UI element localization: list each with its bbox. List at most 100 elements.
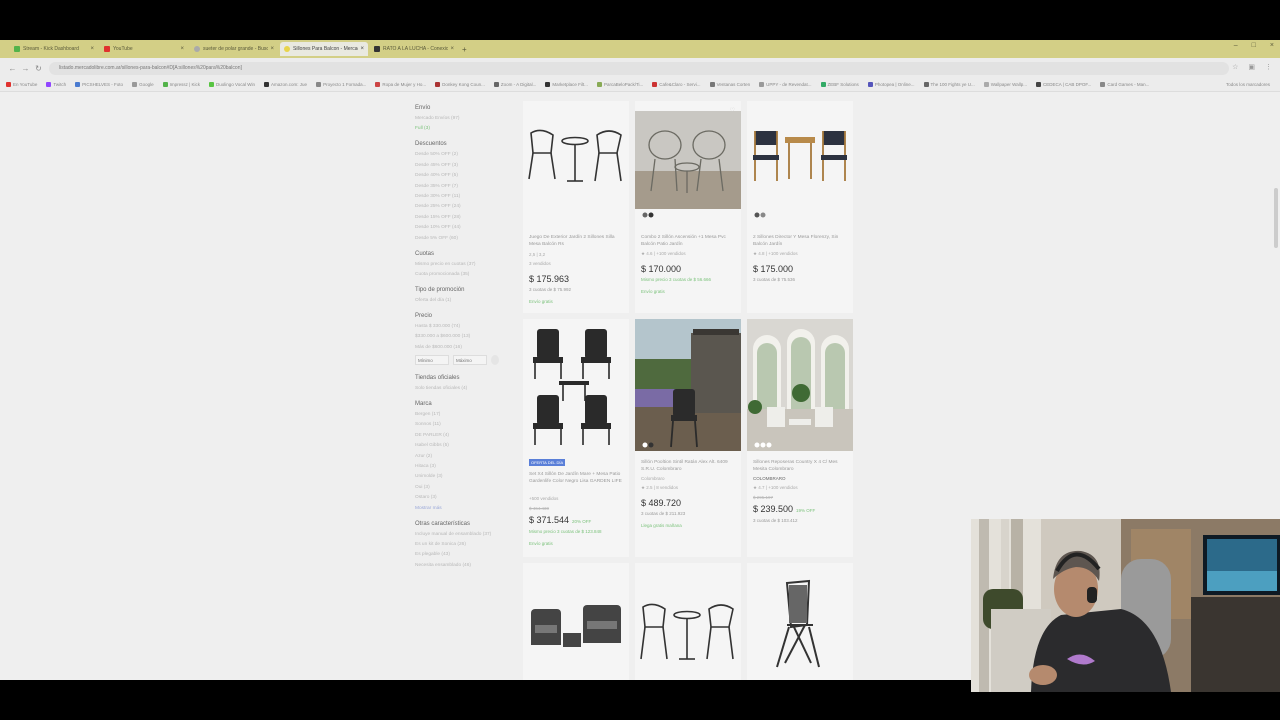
filter-option[interactable]: Azur (2) — [415, 454, 515, 459]
filter-option[interactable]: Desde 15% OFF (28) — [415, 215, 515, 220]
bookmark-item[interactable]: Duolingo Vocal Win — [209, 82, 255, 87]
product-card[interactable]: 2 Sillones Director Y Mesa Florenzy, Sin… — [747, 101, 853, 313]
bookmark-item[interactable]: ZEBF Solutions — [820, 82, 859, 87]
extensions-icon[interactable]: ▣ — [1248, 63, 1255, 71]
filter-option[interactable]: $330.000 a $600.000 (13) — [415, 334, 515, 339]
filter-option[interactable]: Oui (3) — [415, 485, 515, 490]
filter-option[interactable]: Oferta del día (1) — [415, 298, 515, 303]
filter-option[interactable]: Hitaca (3) — [415, 464, 515, 469]
bookmark-item[interactable]: Cafe&Claro - Servi... — [652, 82, 701, 87]
url-field[interactable]: listado.mercadolibre.com.ar/sillones-par… — [49, 61, 1229, 75]
close-icon[interactable]: × — [360, 46, 364, 52]
product-card[interactable]: Sillones Reposeras Country X 4 C/ Mes Me… — [747, 319, 853, 557]
bookmark-item[interactable]: ParcaBeloPack/Ti... — [596, 82, 643, 87]
product-image[interactable] — [523, 319, 629, 451]
minimize-icon[interactable]: – — [1234, 42, 1238, 49]
filter-option[interactable]: Bergen (17) — [415, 412, 515, 417]
product-title[interactable]: Set X4 Sillón De Jardín Mare + Mesa Pati… — [529, 471, 625, 485]
filter-option[interactable]: Desde 25% OFF (24) — [415, 204, 515, 209]
close-icon[interactable]: × — [180, 46, 184, 52]
tab-youtube[interactable]: YouTube × — [100, 42, 188, 56]
tab-google-search[interactable]: sueter de polar grande - Busc × — [190, 42, 278, 56]
new-tab-button[interactable]: + — [462, 45, 467, 54]
close-icon[interactable]: × — [90, 46, 94, 52]
bookmark-item[interactable]: Impressz | Kick — [162, 82, 200, 87]
forward-icon[interactable]: → — [19, 64, 32, 73]
maximize-icon[interactable]: □ — [1252, 42, 1256, 49]
bookmark-item[interactable]: PICSHELVES - Foto — [75, 82, 123, 87]
scrollbar[interactable] — [1274, 188, 1278, 248]
product-image[interactable] — [635, 319, 741, 451]
filter-option[interactable]: Necesita ensamblado (46) — [415, 563, 515, 568]
filter-option[interactable]: Desde 5% OFF (60) — [415, 236, 515, 241]
filter-option[interactable]: Unimolde (3) — [415, 474, 515, 479]
filter-option[interactable]: DE PARLER (4) — [415, 433, 515, 438]
tab-rato-a-la-lucha[interactable]: RATO A LA LUCHA - Conexio × — [370, 42, 458, 56]
product-card[interactable]: ♡ Combo 2 Sillón Ascensión +1 Mesa Pvc B… — [635, 101, 741, 313]
close-icon[interactable]: × — [270, 46, 274, 52]
product-card[interactable] — [635, 563, 741, 680]
filter-option[interactable]: Ostaro (3) — [415, 495, 515, 500]
apply-price-button[interactable] — [491, 355, 499, 366]
filter-option[interactable]: Desde 40% OFF (5) — [415, 173, 515, 178]
tab-kick-dashboard[interactable]: Stream - Kick Dashboard × — [10, 42, 98, 56]
product-card[interactable] — [747, 563, 853, 680]
max-price-input[interactable] — [453, 355, 487, 366]
filter-option[interactable]: Incluye manual de ensamblado (37) — [415, 532, 515, 537]
product-image[interactable] — [635, 101, 741, 221]
product-title[interactable]: Sillones Reposeras Country X 4 C/ Mes Me… — [753, 459, 849, 473]
filter-option[interactable]: Desde 50% OFF (2) — [415, 152, 515, 157]
product-card[interactable]: OFERTA DEL DÍA Set X4 Sillón De Jardín M… — [523, 319, 629, 557]
all-bookmarks-link[interactable]: Todos los marcadores — [1226, 82, 1270, 87]
filter-option[interactable]: Solo tiendas oficiales (4) — [415, 386, 515, 391]
product-title[interactable]: Sillón Pooltion Sintil Ratán Alex Alt. 6… — [641, 459, 737, 473]
favorite-heart-icon[interactable]: ♡ — [730, 107, 735, 114]
bookmark-item[interactable]: Amazon.com: Jue — [264, 82, 307, 87]
menu-icon[interactable]: ⋮ — [1265, 63, 1272, 71]
filter-option[interactable]: Isabel Gibbs (5) — [415, 443, 515, 448]
product-image[interactable] — [523, 101, 629, 221]
filter-option[interactable]: Sonnos (11) — [415, 422, 515, 427]
reload-icon[interactable]: ↻ — [32, 64, 45, 73]
bookmark-item[interactable]: Card Games - Man... — [1100, 82, 1149, 87]
product-image[interactable] — [747, 563, 853, 680]
filter-option[interactable]: Mercado Envíos (97) — [415, 116, 515, 121]
close-icon[interactable]: × — [450, 46, 454, 52]
close-window-icon[interactable]: × — [1270, 42, 1274, 49]
filter-option[interactable]: Desde 45% OFF (3) — [415, 163, 515, 168]
filter-option[interactable]: Desde 10% OFF (44) — [415, 225, 515, 230]
product-title[interactable]: Juego De Exterior Jardín 2 Sillones Sill… — [529, 234, 625, 248]
filter-option[interactable]: Full (3) — [415, 126, 515, 131]
product-title[interactable]: 2 Sillones Director Y Mesa Florenzy, Sin… — [753, 234, 849, 248]
product-image[interactable] — [747, 319, 853, 451]
star-icon[interactable]: ☆ — [1232, 63, 1238, 71]
filter-option[interactable]: Es un kit de Sonica (26) — [415, 542, 515, 547]
min-price-input[interactable] — [415, 355, 449, 366]
filter-option[interactable]: Hasta $ 330.000 (74) — [415, 324, 515, 329]
show-more-link[interactable]: Mostrar más — [415, 506, 515, 511]
bookmark-item[interactable]: Twitch — [46, 82, 66, 87]
filter-option[interactable]: Desde 30% OFF (11) — [415, 194, 515, 199]
product-card[interactable] — [523, 563, 629, 680]
bookmark-item[interactable]: The 100 Fights ye U... — [923, 82, 975, 87]
bookmark-item[interactable]: Proyecto 1 Fornada... — [316, 82, 366, 87]
filter-option[interactable]: Es plegable (43) — [415, 552, 515, 557]
product-image[interactable] — [523, 563, 629, 680]
bookmark-item[interactable]: UPPY - de Revendat... — [759, 82, 812, 87]
product-card[interactable]: Juego De Exterior Jardín 2 Sillones Sill… — [523, 101, 629, 313]
bookmark-item[interactable]: Ropa de Mujer y Ho... — [375, 82, 426, 87]
bookmark-item[interactable]: Google — [132, 82, 154, 87]
bookmark-item[interactable]: Ventanas Corten — [709, 82, 750, 87]
filter-option[interactable]: Mismo precio en cuotas (37) — [415, 262, 515, 267]
bookmark-item[interactable]: Donkey Kong Coun... — [435, 82, 485, 87]
product-card[interactable]: Sillón Pooltion Sintil Ratán Alex Alt. 6… — [635, 319, 741, 557]
filter-option[interactable]: Cuota promocionada (35) — [415, 272, 515, 277]
back-icon[interactable]: ← — [6, 64, 19, 73]
bookmark-item[interactable]: Marketplace Filt... — [545, 82, 588, 87]
product-title[interactable]: Combo 2 Sillón Ascensión +1 Mesa Pvc Bal… — [641, 234, 737, 248]
bookmark-item[interactable]: Wallpaper Wallp... — [983, 82, 1027, 87]
product-image[interactable] — [747, 101, 853, 221]
tab-mercadolibre[interactable]: Sillones Para Balcon - Mercad × — [280, 42, 368, 56]
filter-option[interactable]: Desde 35% OFF (7) — [415, 184, 515, 189]
bookmark-item[interactable]: Photopea | Online... — [867, 82, 915, 87]
